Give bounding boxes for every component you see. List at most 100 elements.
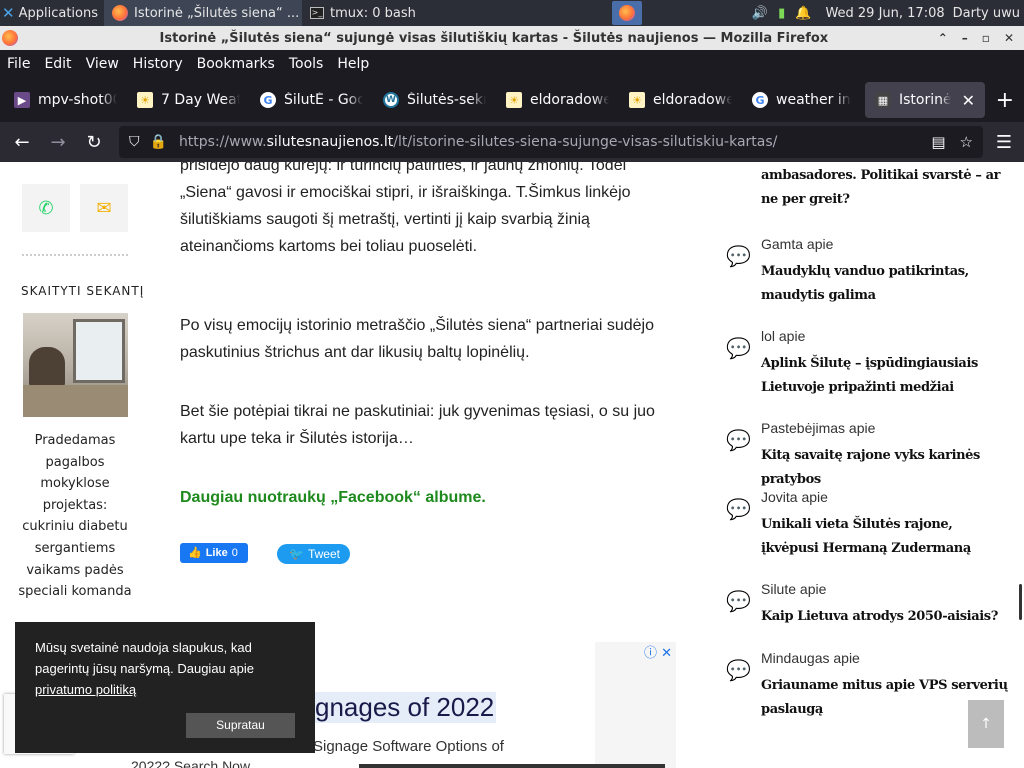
comment-author[interactable]: Pastebėjimas apie — [761, 420, 875, 436]
reload-icon[interactable]: ↻ — [76, 132, 112, 153]
task-label: tmux: 0 bash — [330, 5, 416, 21]
user-name[interactable]: Darty uwu — [953, 6, 1024, 21]
close-ad-icon[interactable]: ✕ — [661, 646, 672, 661]
hamburger-menu-icon[interactable]: ☰ — [996, 132, 1012, 153]
tab-label: Istorinė „ — [899, 92, 951, 108]
close-tab-icon[interactable]: ✕ — [962, 91, 975, 110]
comment-post-link[interactable]: Kaip Lietuva atrodys 2050-aisiais? — [761, 605, 1011, 629]
comment-post-link[interactable]: Maudyklų vanduo patikrintas, maudytis ga… — [761, 260, 1011, 308]
comment-post-link[interactable]: Unikali vieta Šilutės rajone, įkvėpusi H… — [761, 513, 1011, 561]
menu-file[interactable]: File — [7, 56, 30, 72]
tab-weather-7day[interactable]: ☀ 7 Day Weat — [127, 82, 250, 118]
whatsapp-icon: ✆ — [38, 197, 54, 219]
comment-author[interactable]: Silute apie — [761, 581, 826, 597]
close-window-icon[interactable]: ✕ — [1004, 31, 1014, 45]
url-text[interactable]: https://www.silutesnaujienos.lt/lt/istor… — [179, 134, 777, 150]
read-next-heading: SKAITYTI SEKANTĮ — [21, 284, 145, 298]
system-tray: 🔊 ▮ 🔔 — [752, 6, 818, 21]
email-share-button[interactable]: ✉ — [80, 184, 128, 232]
window-titlebar: Istorinė „Šilutės siena“ sujungė visas š… — [0, 26, 1024, 50]
info-icon[interactable]: ⓘ — [644, 646, 657, 661]
reader-view-icon[interactable]: ▤ — [931, 133, 945, 151]
shade-window-icon[interactable]: ⌃ — [938, 31, 948, 45]
applications-label: Applications — [18, 5, 98, 21]
facebook-like-button[interactable]: 👍 Like 0 — [180, 543, 248, 563]
menu-help[interactable]: Help — [337, 56, 369, 72]
tweet-button[interactable]: 🐦 Tweet — [277, 544, 350, 564]
scrollbar-thumb[interactable] — [1019, 584, 1022, 620]
new-tab-icon[interactable]: + — [996, 88, 1014, 113]
comment-author[interactable]: Gamta apie — [761, 236, 833, 252]
navigation-bar: ← → ↻ ⛉ 🔒 https://www.silutesnaujienos.l… — [0, 122, 1024, 162]
comments-icon: 💬 — [726, 589, 751, 613]
tab-google-silute[interactable]: G ŠilutĖ - Goo — [250, 82, 373, 118]
comment-post-link[interactable]: Aplink Šilutę – įspūdingiausiais Lietuvo… — [761, 352, 1011, 400]
tab-istorine-active[interactable]: ▦ Istorinė „ ✕ — [865, 82, 985, 118]
notification-bell-icon[interactable]: 🔔 — [795, 6, 811, 21]
battery-icon[interactable]: ▮ — [778, 6, 785, 21]
tab-strip: ▶ mpv-shot00 ☀ 7 Day Weat G ŠilutĖ - Goo… — [0, 78, 1024, 122]
maximize-window-icon[interactable]: ▫ — [982, 31, 990, 45]
comments-icon: 💬 — [726, 658, 751, 682]
window-title: Istorinė „Šilutės siena“ sujungė visas š… — [159, 30, 829, 46]
taskbar-task-firefox[interactable]: Istorinė „Šilutės siena“ ... — [104, 0, 302, 26]
tracking-shield-icon[interactable]: ⛉ — [129, 134, 140, 150]
twitter-bird-icon: 🐦 — [289, 546, 304, 561]
pinned-firefox-launcher[interactable] — [611, 1, 642, 25]
comments-icon: 💬 — [726, 428, 751, 452]
whatsapp-share-button[interactable]: ✆ — [22, 184, 70, 232]
comment-post-link[interactable]: ambasadores. Politikai svarstė – ar ne p… — [761, 164, 1011, 212]
system-taskbar: ✕ Applications Istorinė „Šilutės siena“ … — [0, 0, 1024, 26]
comments-icon: 💬 — [726, 336, 751, 360]
bookmark-star-icon[interactable]: ☆ — [960, 133, 973, 151]
volume-icon[interactable]: 🔊 — [752, 6, 768, 21]
cookie-text: Mūsų svetainė naudoja slapukus, kad page… — [35, 640, 254, 676]
tab-label: eldoradowe — [530, 92, 609, 108]
tab-label: mpv-shot00 — [38, 92, 117, 108]
menu-history[interactable]: History — [133, 56, 183, 72]
wordpress-icon: W — [383, 92, 399, 108]
google-icon: G — [260, 92, 276, 108]
back-arrow-icon[interactable]: ← — [4, 132, 40, 153]
menu-edit[interactable]: Edit — [44, 56, 71, 72]
google-icon: G — [752, 92, 768, 108]
comment-author[interactable]: lol apie — [761, 328, 805, 344]
tab-mpv[interactable]: ▶ mpv-shot00 — [4, 82, 127, 118]
clock[interactable]: Wed 29 Jun, 17:08 — [817, 6, 952, 21]
comment-author[interactable]: Mindaugas apie — [761, 650, 860, 666]
firefox-icon — [112, 5, 128, 21]
comment-post-link[interactable]: Kitą savaitę rajone vyks karinės pratybo… — [761, 444, 1011, 492]
menu-tools[interactable]: Tools — [289, 56, 324, 72]
tab-silutes-sekr[interactable]: W Šilutės-sekr — [373, 82, 496, 118]
privacy-policy-link[interactable]: privatumo politiką — [35, 682, 136, 697]
minimize-window-icon[interactable]: – — [962, 31, 968, 45]
sun-icon: ☀ — [137, 92, 153, 108]
comment-author[interactable]: Jovita apie — [761, 489, 828, 505]
envelope-icon: ✉ — [96, 197, 112, 219]
read-next-title-link[interactable]: Pradedamas pagalbos mokyklose projektas:… — [15, 430, 135, 603]
ad-subtitle[interactable]: Signage Software Options of — [313, 738, 504, 755]
article-paragraph: Bet šie potėpiai tikrai ne paskutiniai: … — [180, 403, 655, 447]
article-paragraph: prisidėjo daug kūrėjų: ir turinčių patir… — [180, 162, 631, 255]
comments-icon: 💬 — [726, 497, 751, 521]
tab-eldoradowe-2[interactable]: ☀ eldoradowe — [619, 82, 742, 118]
facebook-album-link[interactable]: Daugiau nuotraukų „Facebook“ albume. — [180, 484, 486, 511]
firefox-icon — [618, 5, 635, 21]
url-bar[interactable]: ⛉ 🔒 https://www.silutesnaujienos.lt/lt/i… — [119, 126, 983, 158]
ad-subtitle-2[interactable]: 2022? Search Now — [131, 758, 250, 768]
tab-label: Šilutės-sekr — [407, 92, 486, 108]
read-next-thumbnail[interactable] — [23, 313, 128, 417]
taskbar-task-tmux[interactable]: >_ tmux: 0 bash — [302, 0, 498, 26]
applications-menu[interactable]: ✕ Applications — [0, 0, 104, 26]
lock-icon[interactable]: 🔒 — [150, 134, 167, 150]
ad-title[interactable]: gnages of 2022 — [313, 692, 497, 723]
menu-bookmarks[interactable]: Bookmarks — [197, 56, 275, 72]
ad-choices[interactable]: ⓘ ✕ — [644, 642, 672, 661]
tab-eldoradowe-1[interactable]: ☀ eldoradowe — [496, 82, 619, 118]
scroll-to-top-button[interactable]: ↑ — [968, 700, 1004, 748]
menu-view[interactable]: View — [86, 56, 119, 72]
tab-weather-in[interactable]: G weather in — [742, 82, 865, 118]
mpv-icon: ▶ — [14, 92, 30, 108]
forward-arrow-icon[interactable]: → — [40, 132, 76, 153]
accept-cookies-button[interactable]: Supratau — [186, 713, 295, 738]
